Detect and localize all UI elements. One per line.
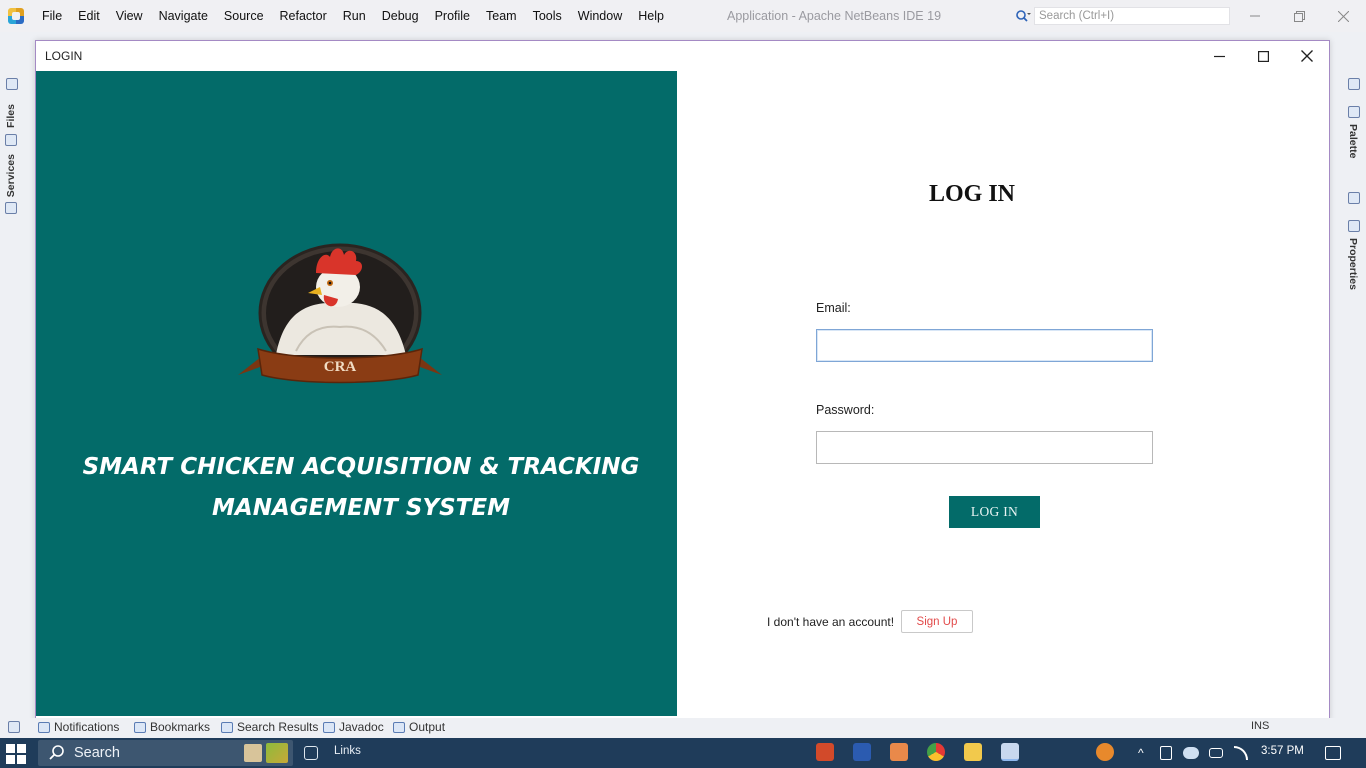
netbeans-logo-icon [8, 8, 24, 24]
email-field[interactable] [816, 329, 1153, 362]
login-button[interactable]: LOG IN [949, 496, 1040, 528]
password-label: Password: [816, 403, 875, 417]
ide-minimize-button[interactable] [1232, 0, 1278, 32]
search-icon [49, 745, 64, 760]
login-window: LOGIN CRA SMART CHICKEN ACQUISITION & TR… [35, 40, 1330, 721]
menu-window[interactable]: Window [570, 0, 630, 32]
ide-close-button[interactable] [1320, 0, 1366, 32]
menu-help[interactable]: Help [630, 0, 672, 32]
tab-search-results-label: Search Results [237, 720, 319, 734]
xampp-icon[interactable] [890, 743, 908, 761]
chrome-icon[interactable] [927, 743, 945, 761]
wifi-icon[interactable] [1234, 746, 1248, 760]
tab-notifications-label: Notifications [54, 720, 120, 734]
system-title: SMART CHICKEN ACQUISITION & TRACKING MAN… [76, 447, 646, 529]
login-titlebar: LOGIN [36, 41, 1329, 71]
menu-tools[interactable]: Tools [525, 0, 570, 32]
restore-window-icon[interactable] [6, 78, 18, 90]
search-results-icon [221, 721, 233, 733]
battery-icon[interactable] [1209, 748, 1223, 758]
notifications-icon [38, 721, 50, 733]
tab-search-results[interactable]: Search Results [221, 720, 318, 734]
system-title-line-2: MANAGEMENT SYSTEM [212, 495, 510, 521]
tab-notifications[interactable]: Notifications [38, 720, 119, 734]
ide-window-title: Application - Apache NetBeans IDE 19 [727, 9, 942, 23]
properties-tab[interactable]: Properties [1347, 238, 1359, 290]
tab-javadoc-label: Javadoc [339, 720, 384, 734]
properties-icon [1348, 220, 1360, 232]
javadoc-icon [323, 721, 335, 733]
search-highlight-plant-icon [266, 743, 288, 763]
notifications-icon[interactable] [1325, 746, 1341, 760]
taskbar-search[interactable]: Search [38, 740, 293, 766]
tab-output[interactable]: Output [393, 720, 445, 734]
ide-restore-button[interactable] [1276, 0, 1322, 32]
menu-run[interactable]: Run [335, 0, 374, 32]
taskbar-search-label: Search [74, 745, 120, 761]
close-button[interactable] [1285, 41, 1329, 71]
login-heading: LOG IN [928, 181, 1015, 207]
ide-menubar: File Edit View Navigate Source Refactor … [0, 0, 1366, 32]
menu-view[interactable]: View [108, 0, 151, 32]
tab-output-label: Output [409, 720, 446, 734]
tab-javadoc[interactable]: Javadoc [323, 720, 384, 734]
palette-icon [1348, 106, 1360, 118]
output-icon [393, 721, 405, 733]
ide-search-input[interactable]: Search (Ctrl+I) [1034, 7, 1230, 25]
menu-team[interactable]: Team [478, 0, 525, 32]
java-app-icon[interactable] [1001, 743, 1019, 761]
menu-source[interactable]: Source [216, 0, 272, 32]
search-icon [1012, 6, 1034, 26]
menu-profile[interactable]: Profile [427, 0, 478, 32]
chevron-up-icon[interactable]: ^ [1138, 746, 1144, 760]
services-icon [5, 202, 17, 214]
insert-mode-indicator: INS [1251, 720, 1270, 732]
services-tab[interactable]: Services [5, 154, 17, 197]
login-form-panel: LOG IN Email: Password: LOG IN I don't h… [677, 71, 1329, 716]
menu-edit[interactable]: Edit [70, 0, 108, 32]
taskbar-clock[interactable]: 3:57 PM [1261, 745, 1304, 757]
windows-taskbar: Search Links ^ 3:57 PM [0, 738, 1366, 768]
menu-file[interactable]: File [34, 0, 70, 32]
logo-text: CRA [324, 359, 357, 375]
search-highlight-icon [244, 744, 262, 762]
taskbar-links-label[interactable]: Links [334, 745, 361, 757]
menu-refactor[interactable]: Refactor [272, 0, 335, 32]
files-tab[interactable]: Files [5, 104, 17, 128]
windows-start-icon[interactable] [6, 744, 26, 764]
notification-app-icon[interactable] [1096, 743, 1114, 761]
maximize-button[interactable] [1241, 41, 1285, 71]
ide-bottom-tabs: Notifications Bookmarks Search Results J… [0, 718, 1366, 737]
login-window-title: LOGIN [45, 49, 83, 63]
file-explorer-icon[interactable] [964, 743, 982, 761]
branding-panel: CRA SMART CHICKEN ACQUISITION & TRACKING… [36, 71, 677, 716]
tab-bookmarks[interactable]: Bookmarks [134, 720, 210, 734]
tab-bookmarks-label: Bookmarks [150, 720, 211, 734]
files-icon [5, 134, 17, 146]
powerpoint-icon[interactable] [816, 743, 834, 761]
ide-left-sidebar: Files Services [0, 32, 24, 718]
system-title-line-1: SMART CHICKEN ACQUISITION & TRACKING [82, 454, 640, 480]
no-account-text: I don't have an account! [767, 615, 895, 629]
task-view-icon[interactable] [304, 746, 318, 760]
email-label: Email: [816, 301, 851, 315]
onedrive-icon[interactable] [1183, 747, 1199, 759]
chicken-logo: CRA [238, 243, 442, 384]
palette-tab[interactable]: Palette [1347, 124, 1359, 158]
bookmarks-icon [134, 721, 146, 733]
word-icon[interactable] [853, 743, 871, 761]
minimize-button[interactable] [1197, 41, 1241, 71]
restore-window-icon[interactable] [1348, 78, 1360, 90]
signup-button[interactable]: Sign Up [901, 610, 973, 633]
restore-window-icon[interactable] [1348, 192, 1360, 204]
menu-debug[interactable]: Debug [374, 0, 427, 32]
ide-search[interactable]: Search (Ctrl+I) [1012, 6, 1230, 26]
meet-now-icon[interactable] [1160, 746, 1172, 760]
menu-navigate[interactable]: Navigate [151, 0, 216, 32]
restore-window-icon[interactable] [8, 721, 20, 733]
ide-right-sidebar: Palette Properties [1340, 32, 1366, 718]
password-field[interactable] [816, 431, 1153, 464]
